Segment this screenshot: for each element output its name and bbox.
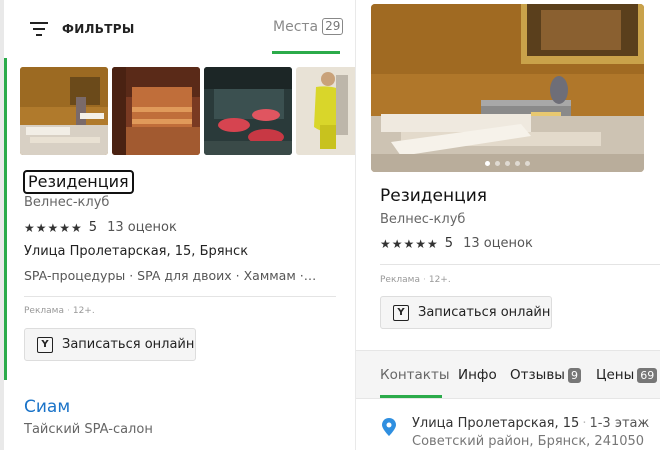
rating-stars: ★★★★★ bbox=[24, 220, 83, 235]
card-address: Улица Пролетарская, 15, Брянск bbox=[24, 244, 249, 259]
result-card-siam[interactable]: Сиам Тайский SPA-салон bbox=[4, 384, 355, 450]
rating-value: 5 bbox=[88, 220, 98, 235]
selected-indicator bbox=[4, 58, 7, 380]
tab-info[interactable]: Инфо bbox=[458, 367, 497, 383]
tab-prices[interactable]: Цены 69 bbox=[596, 367, 658, 383]
tab-reviews-label: Отзывы bbox=[510, 367, 565, 383]
ad-label: Реклама · 12+. bbox=[24, 306, 95, 316]
detail-rating-stars: ★★★★★ bbox=[380, 236, 439, 251]
detail-book-online-button[interactable]: Y Записаться онлайн bbox=[380, 296, 552, 329]
carousel-dot-5[interactable] bbox=[525, 161, 530, 166]
booking-y-icon: Y bbox=[393, 304, 409, 321]
places-label: Места bbox=[273, 18, 319, 35]
filters-label: ФИЛЬТРЫ bbox=[62, 22, 135, 36]
detail-ad-label: Реклама · 12+. bbox=[380, 275, 451, 285]
carousel-dot-1[interactable] bbox=[485, 161, 490, 166]
detail-category: Велнес-клуб bbox=[380, 212, 466, 227]
detail-title: Резиденция bbox=[380, 186, 487, 206]
detail-age-label: 12+. bbox=[428, 275, 451, 285]
carousel-dot-2[interactable] bbox=[495, 161, 500, 166]
results-panel: ФИЛЬТРЫ Места 29 Резиденция Велнес-клуб … bbox=[4, 0, 355, 450]
card-photo-1[interactable] bbox=[20, 67, 108, 155]
ad-separator: · bbox=[66, 306, 70, 316]
detail-reviews-count: 13 оценок bbox=[463, 236, 533, 251]
tab-prices-label: Цены bbox=[596, 367, 635, 383]
filter-lines-icon bbox=[30, 22, 48, 36]
tab-contacts-label: Контакты bbox=[380, 367, 450, 383]
detail-divider bbox=[380, 264, 660, 265]
detail-ad-label-text: Реклама bbox=[380, 275, 420, 285]
result-card-rezidenciya[interactable]: Резиденция Велнес-клуб ★★★★★ 5 13 оценок… bbox=[4, 58, 355, 380]
tab-contacts[interactable]: Контакты bbox=[380, 367, 449, 383]
location-pin-icon bbox=[382, 418, 396, 436]
carousel-dot-3[interactable] bbox=[505, 161, 510, 166]
card-title[interactable]: Резиденция bbox=[23, 170, 134, 194]
card-divider bbox=[24, 296, 336, 297]
tab-prices-badge: 69 bbox=[637, 367, 658, 383]
places-count-badge: 29 bbox=[322, 18, 344, 35]
detail-street: Улица Пролетарская, 15 bbox=[412, 416, 580, 431]
card-photo-3[interactable] bbox=[204, 67, 292, 155]
card-photo-2[interactable] bbox=[112, 67, 200, 155]
detail-rating[interactable]: ★★★★★ 5 13 оценок bbox=[380, 236, 533, 251]
book-online-label: Записаться онлайн bbox=[62, 337, 195, 352]
places-tab-underline bbox=[272, 51, 340, 54]
carousel-dots[interactable] bbox=[371, 161, 644, 166]
detail-address-separator: · bbox=[582, 416, 587, 431]
card-category: Велнес-клуб bbox=[24, 195, 110, 210]
results-header: ФИЛЬТРЫ Места 29 bbox=[4, 0, 355, 58]
tab-contacts-underline bbox=[380, 395, 442, 398]
card-rating[interactable]: ★★★★★ 5 13 оценок bbox=[24, 220, 177, 235]
reviews-count: 13 оценок bbox=[107, 220, 177, 235]
detail-book-online-label: Записаться онлайн bbox=[418, 305, 551, 320]
booking-y-icon: Y bbox=[37, 336, 53, 353]
filters-button[interactable]: ФИЛЬТРЫ bbox=[30, 18, 135, 40]
tab-reviews[interactable]: Отзывы 9 bbox=[510, 367, 581, 383]
card-category-siam: Тайский SPA-салон bbox=[24, 422, 153, 437]
tab-places[interactable]: Места 29 bbox=[273, 18, 344, 35]
age-label: 12+. bbox=[72, 306, 95, 316]
tab-reviews-badge: 9 bbox=[567, 367, 581, 383]
card-photo-4[interactable] bbox=[296, 67, 355, 155]
detail-rating-value: 5 bbox=[444, 236, 454, 251]
detail-tabs: Контакты Инфо Отзывы 9 Цены 69 bbox=[356, 350, 660, 399]
card-title-siam[interactable]: Сиам bbox=[24, 397, 70, 417]
detail-ad-separator: · bbox=[422, 275, 426, 285]
carousel-dot-4[interactable] bbox=[515, 161, 520, 166]
detail-address[interactable]: Улица Пролетарская, 15 · 1-3 этаж bbox=[412, 416, 649, 431]
detail-panel: Резиденция Велнес-клуб ★★★★★ 5 13 оценок… bbox=[356, 0, 660, 450]
book-online-button[interactable]: Y Записаться онлайн bbox=[24, 328, 196, 361]
ad-label-text: Реклама bbox=[24, 306, 64, 316]
detail-district: Советский район, Брянск, 241050 bbox=[412, 434, 645, 449]
detail-floor: 1-3 этаж bbox=[589, 416, 650, 431]
hero-photo[interactable] bbox=[371, 4, 644, 172]
tab-info-label: Инфо bbox=[458, 367, 497, 383]
card-features: SPA-процедуры · SPA для двоих · Хаммам ·… bbox=[24, 268, 317, 283]
